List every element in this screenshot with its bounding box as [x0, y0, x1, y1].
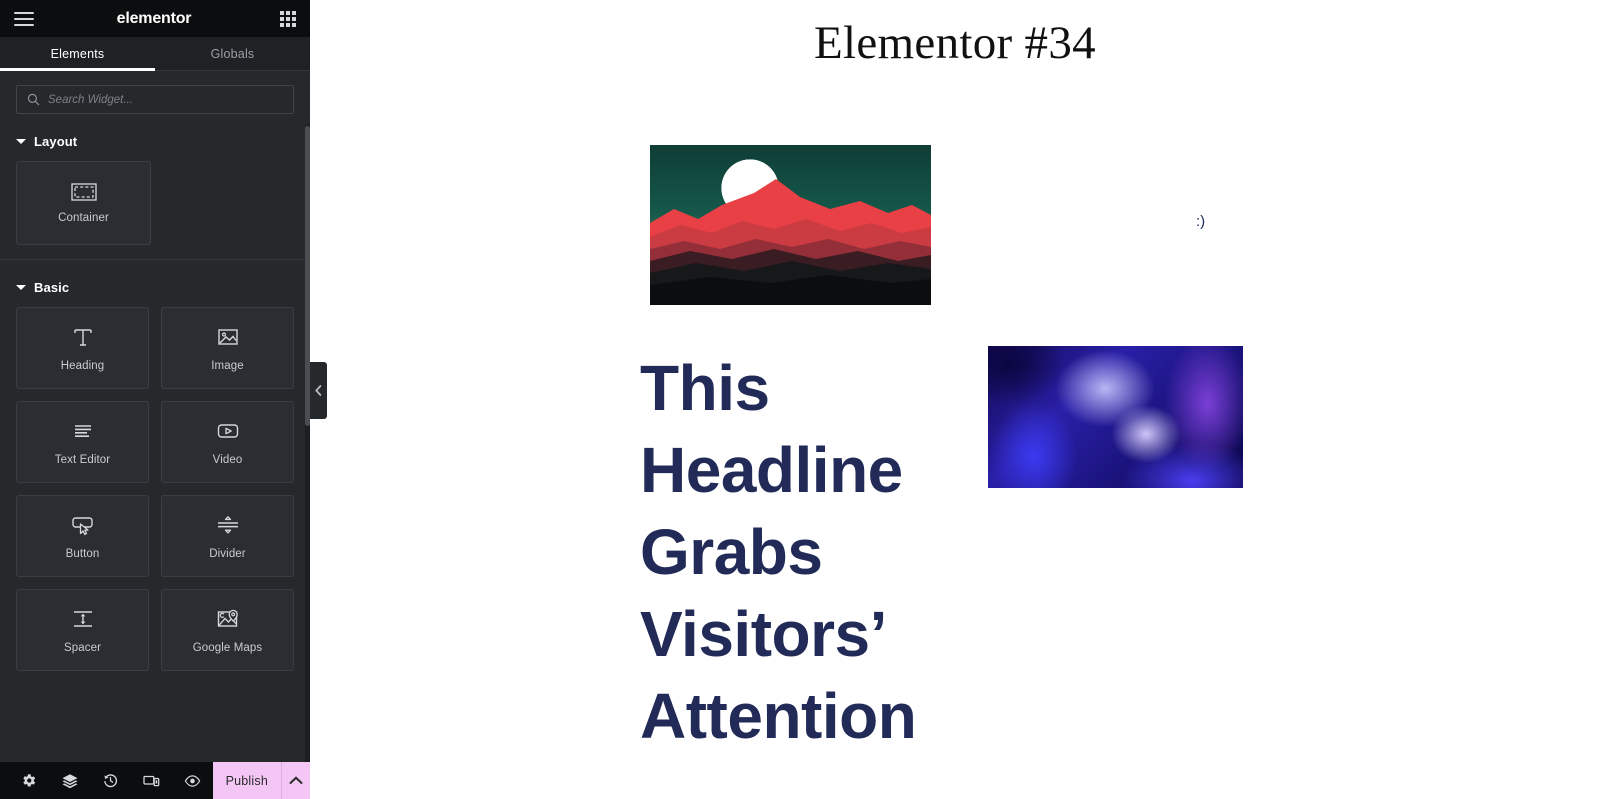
search-input[interactable]: [48, 93, 283, 106]
publish-options-button[interactable]: [280, 762, 310, 799]
widget-label: Container: [58, 211, 109, 224]
mountain-shapes: [650, 179, 931, 305]
widget-heading[interactable]: Heading: [16, 307, 149, 389]
navigator-layers-icon[interactable]: [49, 762, 90, 799]
caret-down-icon: [16, 139, 26, 144]
footer-tools: [0, 762, 213, 799]
widget-label: Text Editor: [54, 453, 111, 466]
apps-grid-icon[interactable]: [280, 10, 296, 27]
responsive-devices-icon[interactable]: [131, 762, 172, 799]
widget-spacer[interactable]: Spacer: [16, 589, 149, 671]
publish-button[interactable]: Publish: [213, 762, 281, 799]
blue-gradient-image[interactable]: [988, 346, 1243, 488]
page-preview-canvas[interactable]: Elementor #34 :) This Headline Grabs Vis…: [310, 0, 1600, 799]
section-basic: Basic Heading Image Text Editor Video Bu…: [0, 259, 310, 685]
video-icon: [217, 423, 238, 438]
panel-tabs: Elements Globals: [0, 37, 310, 71]
widget-label: Button: [65, 547, 100, 560]
button-icon: [71, 516, 93, 535]
section-title-text: Basic: [34, 280, 70, 295]
settings-gear-icon[interactable]: [8, 762, 49, 799]
widget-button[interactable]: Button: [16, 495, 149, 577]
widget-label: Image: [211, 359, 244, 372]
section-header-basic[interactable]: Basic: [0, 274, 310, 307]
widget-google-maps[interactable]: Google Maps: [161, 589, 294, 671]
spacer-icon: [73, 610, 92, 627]
history-clock-icon[interactable]: [90, 762, 131, 799]
page-headline[interactable]: This Headline Grabs Visitors’ Attention: [640, 348, 940, 758]
search-icon: [27, 93, 40, 106]
widget-image[interactable]: Image: [161, 307, 294, 389]
search-box[interactable]: [16, 85, 294, 114]
google-maps-icon: [217, 609, 238, 627]
section-layout: Layout Container: [0, 124, 310, 259]
divider-icon: [217, 515, 238, 534]
basic-widget-grid: Heading Image Text Editor Video Button D…: [0, 307, 310, 671]
tab-globals[interactable]: Globals: [155, 37, 310, 70]
page-title: Elementor #34: [814, 17, 1096, 69]
mountain-sunset-image[interactable]: [650, 145, 931, 305]
widget-list: Layout Container Basic Heading Image Tex…: [0, 124, 310, 762]
preview-eye-icon[interactable]: [172, 762, 213, 799]
widget-panel: elementor Elements Globals Search Widget…: [0, 0, 327, 799]
elementor-editor: elementor Elements Globals Search Widget…: [0, 0, 1600, 799]
widget-video[interactable]: Video: [161, 401, 294, 483]
heading-icon: [73, 328, 92, 346]
elementor-logo: elementor: [116, 9, 192, 27]
widget-container[interactable]: Container: [16, 161, 151, 245]
panel-header: elementor: [0, 0, 310, 37]
tab-elements[interactable]: Elements: [0, 37, 155, 71]
chevron-left-icon: [315, 385, 322, 396]
caret-down-icon: [16, 285, 26, 290]
chevron-up-icon: [289, 776, 303, 784]
widget-label: Divider: [209, 547, 246, 560]
widget-text-editor[interactable]: Text Editor: [16, 401, 149, 483]
text-editor-icon: [74, 424, 91, 437]
section-title-text: Layout: [34, 134, 78, 149]
image-icon: [217, 328, 238, 345]
widget-label: Google Maps: [192, 641, 263, 654]
widget-divider[interactable]: Divider: [161, 495, 294, 577]
widget-label: Heading: [60, 359, 105, 372]
panel-collapse-handle[interactable]: [310, 362, 327, 419]
section-header-layout[interactable]: Layout: [0, 128, 310, 161]
widget-label: Spacer: [63, 641, 102, 654]
widget-label: Video: [212, 453, 243, 466]
layout-widget-grid: Container: [0, 161, 310, 245]
smiley-text[interactable]: :): [1196, 213, 1205, 230]
widget-scroll-area: Layout Container Basic Heading Image Tex…: [0, 124, 310, 762]
panel-footer: Publish: [0, 762, 310, 799]
search-area: [0, 71, 310, 124]
container-icon: [70, 182, 97, 201]
